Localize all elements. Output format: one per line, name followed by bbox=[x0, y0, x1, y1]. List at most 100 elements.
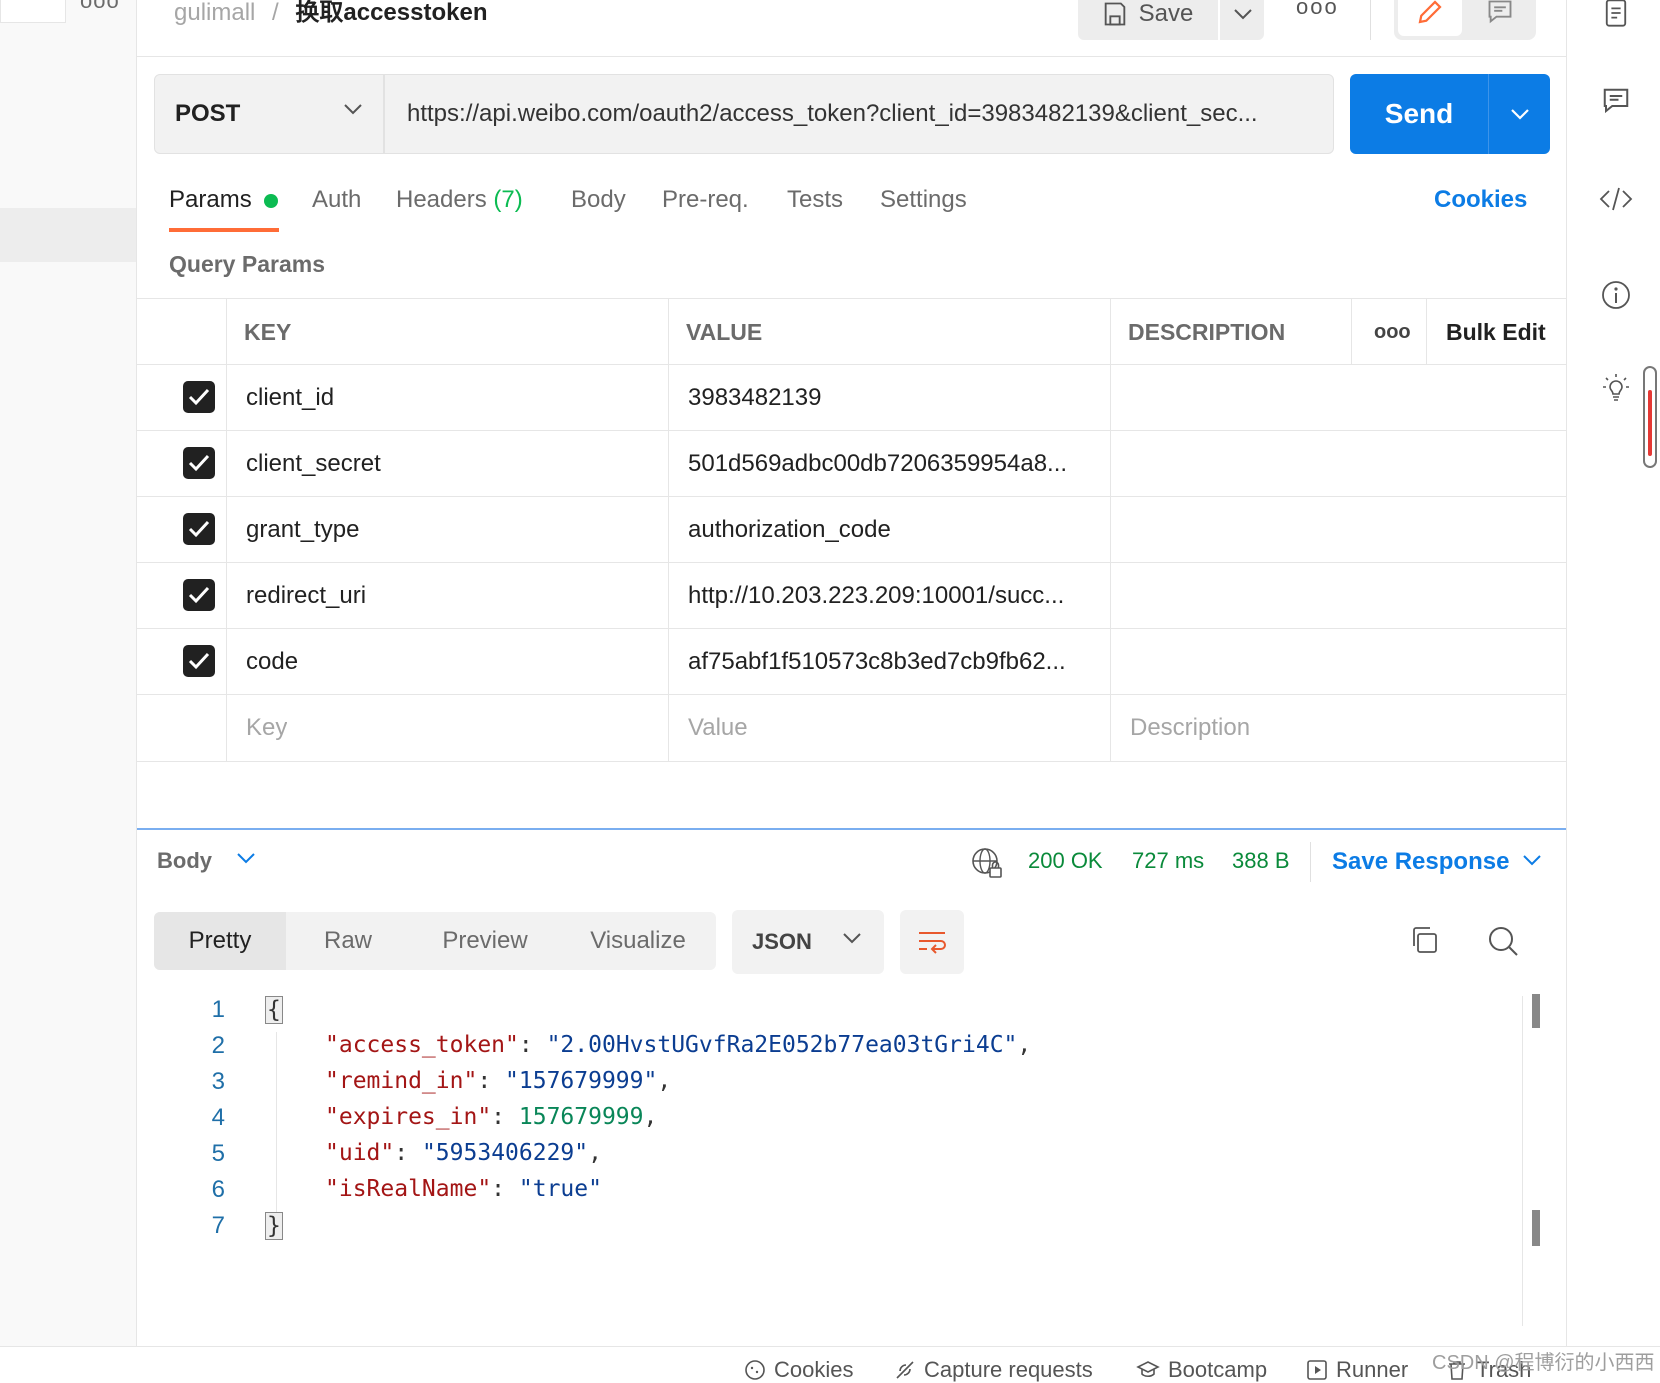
tab-headers[interactable]: Headers (7) bbox=[396, 186, 523, 214]
format-select[interactable]: JSON bbox=[732, 910, 884, 974]
method-select[interactable]: POST bbox=[154, 74, 384, 154]
tab-tests[interactable]: Tests bbox=[787, 186, 843, 214]
chevron-down-icon[interactable] bbox=[236, 852, 256, 864]
table-row-new: Key Value Description bbox=[137, 694, 1566, 762]
save-button[interactable]: Save bbox=[1078, 0, 1216, 40]
code-line: "isRealName": "true" bbox=[325, 1176, 602, 1202]
code-line: "access_token": "2.00HvstUGvfRa2E052b77e… bbox=[325, 1032, 1032, 1058]
send-button[interactable]: Send bbox=[1350, 74, 1488, 154]
footer-runner-label: Runner bbox=[1336, 1357, 1409, 1382]
new-value-input[interactable]: Value bbox=[688, 695, 748, 761]
lightbulb-icon[interactable] bbox=[1599, 372, 1633, 406]
comment-mode-button[interactable] bbox=[1468, 0, 1532, 36]
copy-icon[interactable] bbox=[1408, 924, 1440, 956]
new-description-input[interactable]: Description bbox=[1130, 695, 1250, 761]
tab-params[interactable]: Params bbox=[169, 186, 252, 214]
tab-settings[interactable]: Settings bbox=[880, 186, 967, 214]
code-icon[interactable] bbox=[1599, 182, 1633, 216]
param-key[interactable]: client_id bbox=[246, 365, 334, 431]
breadcrumb-collection[interactable]: gulimall bbox=[174, 0, 255, 26]
line-number: 5 bbox=[211, 1140, 225, 1167]
wrap-lines-button[interactable] bbox=[900, 910, 964, 974]
edit-mode-button[interactable] bbox=[1398, 0, 1462, 36]
code-scrollbar-marker[interactable] bbox=[1532, 994, 1540, 1028]
chevron-down-icon bbox=[344, 104, 362, 115]
row-checkbox[interactable] bbox=[183, 513, 215, 545]
code-line: "remind_in": "157679999", bbox=[325, 1068, 672, 1094]
tab-auth[interactable]: Auth bbox=[312, 186, 361, 214]
code-line: "uid": "5953406229", bbox=[325, 1140, 602, 1166]
documentation-icon[interactable] bbox=[1599, 0, 1633, 30]
param-key[interactable]: grant_type bbox=[246, 497, 359, 563]
json-key: "uid" bbox=[325, 1140, 395, 1166]
status-bar: Cookies Capture requests Bootcamp Runner… bbox=[0, 1346, 1660, 1382]
param-key[interactable]: code bbox=[246, 629, 298, 695]
bulk-edit-button[interactable]: Bulk Edit bbox=[1446, 299, 1546, 365]
footer-capture-requests[interactable]: Capture requests bbox=[894, 1357, 1093, 1383]
column-header-key: KEY bbox=[244, 318, 292, 345]
scrollbar[interactable] bbox=[1643, 366, 1657, 468]
line-number: 4 bbox=[211, 1104, 225, 1131]
response-body-label[interactable]: Body bbox=[157, 848, 212, 874]
send-options-button[interactable] bbox=[1489, 74, 1550, 154]
breadcrumb-separator: / bbox=[272, 0, 279, 26]
tab-active-underline bbox=[169, 228, 279, 232]
param-value[interactable]: 501d569adbc00db7206359954a8... bbox=[688, 431, 1067, 497]
header-divider bbox=[1370, 0, 1371, 40]
format-label: JSON bbox=[752, 929, 812, 954]
tab-pre-request[interactable]: Pre-req. bbox=[662, 186, 749, 214]
cookies-link[interactable]: Cookies bbox=[1434, 186, 1527, 214]
pencil-icon bbox=[1418, 0, 1442, 24]
tab-body[interactable]: Body bbox=[571, 186, 626, 214]
footer-runner[interactable]: Runner bbox=[1306, 1357, 1408, 1383]
save-response-button[interactable]: Save Response bbox=[1332, 848, 1509, 876]
row-checkbox[interactable] bbox=[183, 447, 215, 479]
tab-headers-count: (7) bbox=[493, 186, 523, 213]
save-options-button[interactable] bbox=[1218, 0, 1266, 40]
response-time[interactable]: 727 ms bbox=[1132, 848, 1204, 874]
param-value[interactable]: http://10.203.223.209:10001/succ... bbox=[688, 563, 1064, 629]
view-raw[interactable]: Raw bbox=[286, 912, 410, 970]
footer-bootcamp[interactable]: Bootcamp bbox=[1136, 1357, 1267, 1383]
search-icon[interactable] bbox=[1486, 924, 1520, 958]
param-description[interactable] bbox=[1130, 563, 1560, 629]
param-value[interactable]: authorization_code bbox=[688, 497, 891, 563]
more-actions-button[interactable]: ooo bbox=[1296, 0, 1339, 20]
param-value[interactable]: af75abf1f510573c8b3ed7cb9fb62... bbox=[688, 629, 1066, 695]
url-input[interactable]: https://api.weibo.com/oauth2/access_toke… bbox=[384, 74, 1334, 154]
param-description[interactable] bbox=[1130, 431, 1560, 497]
json-key: "expires_in" bbox=[325, 1104, 492, 1130]
sidebar-selected-item[interactable] bbox=[0, 208, 136, 262]
param-description[interactable] bbox=[1130, 629, 1560, 695]
view-preview[interactable]: Preview bbox=[410, 912, 560, 970]
status-code[interactable]: 200 OK bbox=[1028, 848, 1103, 874]
code-scrollbar-track[interactable] bbox=[1522, 996, 1523, 1326]
chevron-down-icon[interactable] bbox=[1522, 854, 1542, 866]
comments-icon[interactable] bbox=[1599, 84, 1633, 118]
param-value[interactable]: 3983482139 bbox=[688, 365, 821, 431]
new-key-input[interactable]: Key bbox=[246, 695, 287, 761]
breadcrumb-request-name[interactable]: 换取accesstoken bbox=[295, 0, 487, 26]
breadcrumb: gulimall / 换取accesstoken bbox=[174, 0, 487, 27]
globe-lock-icon[interactable] bbox=[970, 846, 1004, 880]
param-description[interactable] bbox=[1130, 497, 1560, 563]
response-pane-divider[interactable] bbox=[137, 828, 1566, 830]
row-checkbox[interactable] bbox=[183, 579, 215, 611]
info-icon[interactable] bbox=[1599, 278, 1633, 312]
view-visualize[interactable]: Visualize bbox=[560, 912, 716, 970]
view-pretty[interactable]: Pretty bbox=[154, 912, 286, 970]
response-size[interactable]: 388 B bbox=[1232, 848, 1290, 874]
json-string-value: "157679999" bbox=[505, 1068, 658, 1094]
param-key[interactable]: redirect_uri bbox=[246, 563, 366, 629]
param-description[interactable] bbox=[1130, 365, 1560, 431]
code-scrollbar-marker[interactable] bbox=[1532, 1210, 1540, 1246]
columns-more-button[interactable]: ooo bbox=[1374, 299, 1411, 365]
response-code-view[interactable]: 1 2 3 4 5 6 7 { "access_token": "2.00Hvs… bbox=[137, 996, 1517, 1336]
json-number-value: 157679999 bbox=[518, 1104, 644, 1130]
sidebar-more-icon[interactable]: ooo bbox=[80, 0, 120, 14]
code-line: } bbox=[265, 1212, 283, 1240]
footer-cookies[interactable]: Cookies bbox=[744, 1357, 853, 1383]
param-key[interactable]: client_secret bbox=[246, 431, 381, 497]
row-checkbox[interactable] bbox=[183, 645, 215, 677]
row-checkbox[interactable] bbox=[183, 381, 215, 413]
